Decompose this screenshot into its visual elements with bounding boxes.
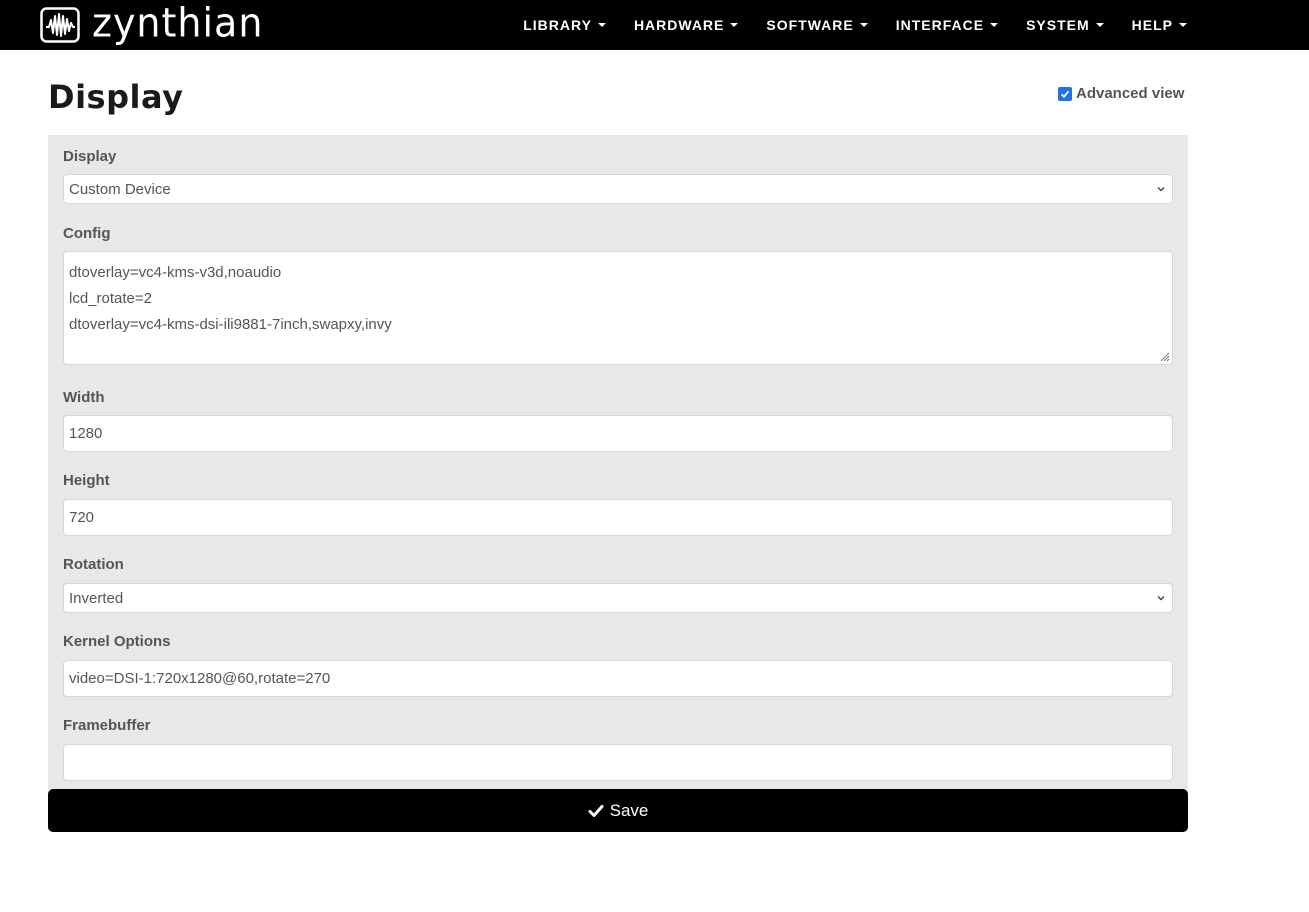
advanced-view-label: Advanced view: [1076, 85, 1185, 102]
framebuffer-label: Framebuffer: [63, 717, 151, 734]
nav-item-label: HARDWARE: [633, 17, 725, 33]
caret-down-icon: [859, 23, 868, 27]
rotation-select-value: Inverted: [69, 589, 124, 607]
chevron-down-icon: [1157, 596, 1165, 601]
advanced-view-toggle[interactable]: Advanced view: [1058, 85, 1184, 102]
display-select[interactable]: Custom Device: [63, 174, 1173, 204]
kernel-options-value: video=DSI-1:720x1280@60,rotate=270: [69, 670, 331, 687]
check-icon: [588, 804, 604, 817]
caret-down-icon: [1095, 23, 1104, 27]
height-input-value: 720: [69, 509, 95, 526]
config-line: dtoverlay=vc4-kms-dsi-ili9881-7inch,swap…: [69, 316, 392, 333]
display-label: Display: [63, 148, 117, 165]
resize-grip-icon[interactable]: [1158, 350, 1170, 362]
height-label: Height: [63, 472, 110, 489]
config-line: dtoverlay=vc4-kms-v3d,noaudio: [69, 264, 282, 281]
nav-item-hardware[interactable]: HARDWARE: [633, 17, 739, 33]
rotation-select[interactable]: Inverted: [63, 583, 1173, 613]
brand[interactable]: zynthian: [40, 0, 264, 47]
display-select-value: Custom Device: [69, 180, 171, 198]
nav-item-system[interactable]: SYSTEM: [1026, 17, 1104, 33]
save-button[interactable]: Save: [48, 789, 1188, 832]
brand-name: zynthian: [92, 0, 264, 47]
waveform-logo-icon: [40, 7, 80, 43]
nav-item-help[interactable]: HELP: [1132, 17, 1187, 33]
nav-item-label: INTERFACE: [895, 17, 985, 33]
width-label: Width: [63, 389, 105, 406]
caret-down-icon: [730, 23, 739, 27]
top-navbar: zynthian LIBRARY HARDWARE SOFTWARE INTER…: [0, 0, 1309, 50]
caret-down-icon: [597, 23, 606, 27]
nav-item-label: SYSTEM: [1026, 17, 1090, 33]
nav-item-library[interactable]: LIBRARY: [523, 17, 606, 33]
caret-down-icon: [1179, 23, 1187, 27]
height-input[interactable]: 720: [63, 499, 1173, 536]
width-input-value: 1280: [69, 425, 103, 442]
nav-menu: LIBRARY HARDWARE SOFTWARE INTERFACE SYST…: [495, 0, 1187, 50]
framebuffer-input[interactable]: [63, 744, 1173, 781]
kernel-options-input[interactable]: video=DSI-1:720x1280@60,rotate=270: [63, 660, 1173, 697]
page-title: Display: [48, 78, 184, 116]
config-textarea[interactable]: dtoverlay=vc4-kms-v3d,noaudio lcd_rotate…: [63, 251, 1173, 365]
config-line: lcd_rotate=2: [69, 290, 152, 307]
advanced-view-checkbox[interactable]: [1058, 86, 1072, 101]
rotation-label: Rotation: [63, 556, 124, 573]
check-icon: [1060, 90, 1070, 98]
nav-item-label: SOFTWARE: [766, 17, 854, 33]
chevron-down-icon: [1157, 187, 1165, 192]
caret-down-icon: [990, 23, 999, 27]
kernel-options-label: Kernel Options: [63, 633, 171, 650]
width-input[interactable]: 1280: [63, 415, 1173, 452]
nav-item-interface[interactable]: INTERFACE: [895, 17, 999, 33]
display-form-panel: Display Custom Device Config dtoverlay=v…: [48, 135, 1188, 789]
nav-item-label: HELP: [1131, 17, 1173, 33]
save-button-label: Save: [609, 800, 649, 820]
nav-item-software[interactable]: SOFTWARE: [766, 17, 868, 33]
nav-item-label: LIBRARY: [523, 17, 592, 33]
config-label: Config: [63, 225, 111, 242]
